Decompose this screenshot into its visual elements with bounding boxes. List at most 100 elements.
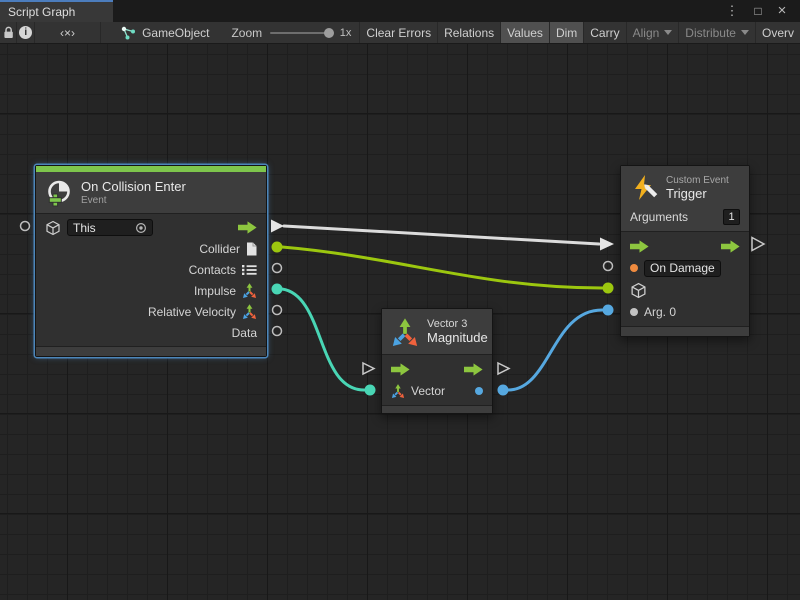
distribute-dropdown[interactable]: Distribute: [678, 22, 755, 43]
target-object-field[interactable]: This: [67, 219, 153, 236]
distribute-label: Distribute: [685, 26, 736, 40]
graph-toolbar: i ‹×› GameObject Zoom 1x Clear Errors: [0, 22, 800, 44]
collider-file-icon: [246, 242, 257, 256]
toolbar-buttons: Clear Errors Relations Values Dim Carry …: [359, 22, 800, 43]
graph-canvas[interactable]: On Collision Enter Event This: [0, 44, 800, 600]
node-header[interactable]: On Collision Enter Event: [36, 172, 266, 214]
chevron-down-icon: [741, 30, 749, 35]
port-label: Impulse: [194, 284, 236, 298]
arg0-row: Arg. 0: [621, 301, 749, 323]
port-relative-velocity-out[interactable]: [273, 306, 282, 315]
overview-button[interactable]: Overv: [755, 22, 800, 43]
port-data-out[interactable]: [273, 327, 282, 336]
port-trigger-name-in[interactable]: [604, 262, 613, 271]
port-label: Relative Velocity: [148, 305, 236, 319]
wire-collider-to-trigger-target[interactable]: [282, 247, 602, 288]
node-body: Vector: [382, 355, 492, 405]
port-row-contacts: Contacts: [36, 259, 266, 280]
port-row-relative-velocity: Relative Velocity: [36, 301, 266, 322]
arg0-port-dot: [630, 308, 638, 316]
node-header[interactable]: Vector 3 Magnitude: [382, 309, 492, 355]
event-name-row: On Damage: [621, 257, 749, 279]
flow-in-arrow-icon: [391, 363, 410, 376]
lock-icon: [3, 26, 14, 39]
object-picker-icon[interactable]: [135, 222, 147, 234]
wire-impulse-to-vector[interactable]: [282, 289, 364, 390]
tab-bar: Script Graph ⋮ □ ×: [0, 0, 800, 22]
vector3-icon: [242, 283, 257, 298]
port-trigger-target-in[interactable]: [603, 283, 614, 294]
port-collider-out[interactable]: [272, 242, 283, 253]
port-magnitude-result-out[interactable]: [498, 385, 509, 396]
port-label: Contacts: [189, 263, 236, 277]
node-body: This: [36, 214, 266, 346]
node-on-collision-enter[interactable]: On Collision Enter Event This: [35, 165, 267, 357]
align-label: Align: [633, 26, 660, 40]
chevron-down-icon: [664, 30, 672, 35]
node-title: Trigger: [666, 186, 729, 201]
port-trigger-flow-in[interactable]: [600, 238, 614, 251]
tab-script-graph[interactable]: Script Graph: [0, 0, 113, 22]
maximize-icon[interactable]: □: [748, 0, 768, 22]
carry-button[interactable]: Carry: [583, 22, 625, 43]
port-magnitude-vector-in[interactable]: [365, 385, 376, 396]
arguments-label: Arguments: [630, 210, 688, 224]
close-icon[interactable]: ×: [772, 0, 792, 22]
port-trigger-arg0-in[interactable]: [603, 305, 614, 316]
flow-in-arrow-icon: [630, 240, 649, 253]
info-button[interactable]: i: [17, 22, 34, 43]
flow-out-arrow-icon: [238, 221, 257, 234]
clear-errors-button[interactable]: Clear Errors: [359, 22, 437, 43]
wire-flow-collision-to-trigger[interactable]: [284, 226, 599, 244]
arguments-field[interactable]: 1: [723, 209, 740, 225]
script-graph-window: Script Graph ⋮ □ × i ‹×›: [0, 0, 800, 600]
dim-toggle[interactable]: Dim: [549, 22, 583, 43]
port-contacts-out[interactable]: [273, 264, 282, 273]
info-icon: i: [19, 26, 32, 39]
node-category: Vector 3: [427, 318, 488, 330]
target-object-value: This: [73, 221, 96, 235]
node-trigger-custom-event[interactable]: Custom Event Trigger Arguments 1: [620, 165, 750, 337]
port-row-vector: Vector: [382, 380, 492, 402]
node-title: Magnitude: [427, 330, 488, 345]
port-magnitude-flow-out[interactable]: [498, 363, 509, 374]
string-port-dot: [630, 264, 638, 272]
port-impulse-out[interactable]: [272, 284, 283, 295]
wire-magnitude-to-arg0[interactable]: [508, 310, 602, 390]
flow-row: [621, 235, 749, 257]
node-footer: [382, 405, 492, 413]
vector3-icon: [242, 304, 257, 319]
node-vector3-magnitude[interactable]: Vector 3 Magnitude: [381, 308, 493, 414]
node-category: Custom Event: [666, 175, 729, 186]
port-label: Vector: [411, 384, 445, 398]
gameobject-button[interactable]: GameObject: [113, 22, 217, 43]
gameobject-cube-icon: [45, 220, 61, 236]
node-header[interactable]: Custom Event Trigger: [621, 166, 749, 209]
port-trigger-flow-out[interactable]: [752, 238, 764, 251]
vector3-icon-large: [391, 318, 419, 346]
target-row: This: [36, 217, 266, 238]
collapse-button[interactable]: ‹×›: [35, 22, 101, 43]
node-body: On Damage Arg. 0: [621, 232, 749, 326]
zoom-value: 1x: [340, 22, 352, 43]
window-menu-icon[interactable]: ⋮: [722, 0, 742, 22]
flow-row: [382, 358, 492, 380]
port-label: Collider: [199, 242, 240, 256]
align-dropdown[interactable]: Align: [626, 22, 679, 43]
flow-out-arrow-icon: [464, 363, 483, 376]
values-toggle[interactable]: Values: [500, 22, 549, 43]
event-name-field[interactable]: On Damage: [644, 260, 721, 277]
target-row: [621, 279, 749, 301]
zoom-slider[interactable]: [270, 22, 334, 43]
vector3-icon: [391, 384, 405, 398]
custom-event-icon: [630, 174, 658, 202]
lock-button[interactable]: [0, 22, 17, 43]
port-collision-target-in[interactable]: [21, 222, 30, 231]
port-collision-flow-out[interactable]: [271, 220, 284, 233]
list-icon: [242, 264, 257, 276]
zoom-slider-handle[interactable]: [324, 28, 334, 38]
script-graph-icon: [121, 26, 136, 40]
port-row-collider: Collider: [36, 238, 266, 259]
port-magnitude-flow-in[interactable]: [363, 363, 374, 374]
relations-button[interactable]: Relations: [437, 22, 500, 43]
